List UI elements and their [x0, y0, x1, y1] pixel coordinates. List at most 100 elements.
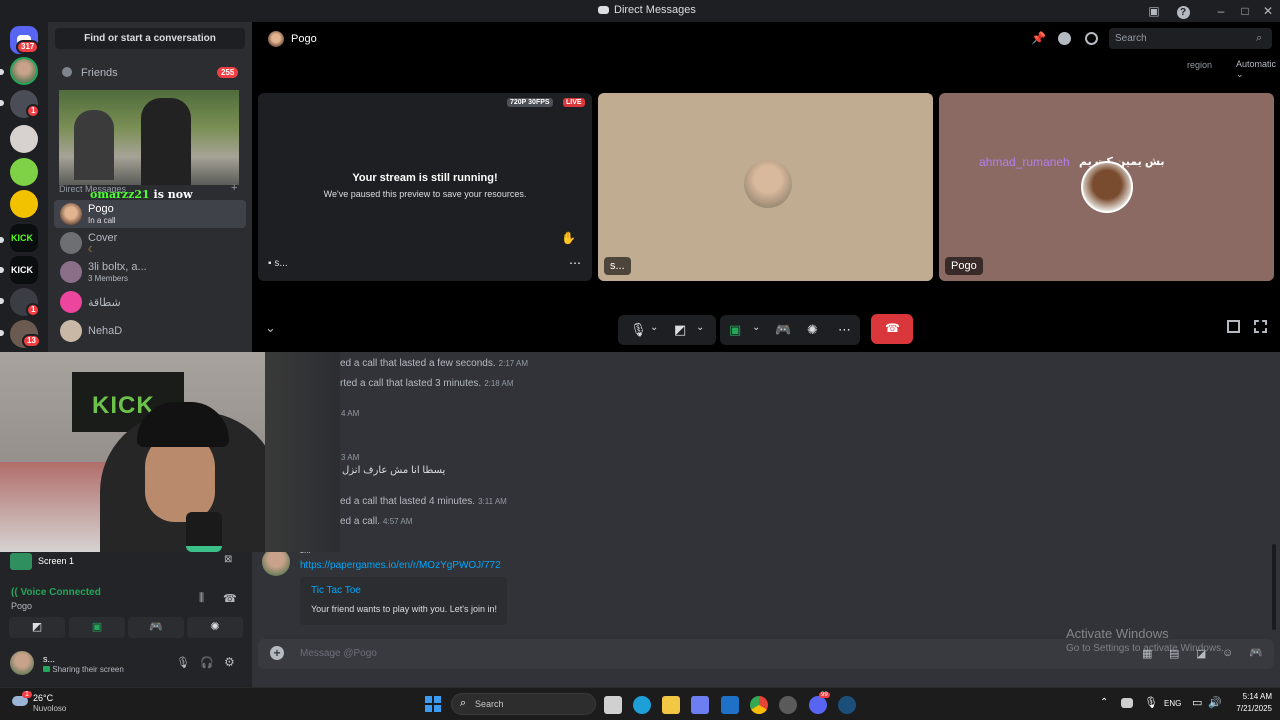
- taskbar-search[interactable]: ⌕ Search: [451, 693, 596, 715]
- user-status: Sharing their screen: [43, 665, 124, 674]
- stop-stream-icon[interactable]: ⊠: [224, 554, 232, 565]
- friends-item[interactable]: Friends 255: [54, 62, 246, 84]
- video-tile[interactable]: ahmad_rumaneh بش يمين كت يم Pogo: [939, 93, 1274, 281]
- friends-icon: [62, 67, 72, 77]
- discord-taskbar-icon[interactable]: [809, 696, 827, 714]
- link-embed: Tic Tac Toe Your friend wants to play wi…: [300, 577, 507, 625]
- dm-item-shataqa[interactable]: شطاقة: [54, 288, 246, 316]
- network-icon[interactable]: ▭: [1192, 696, 1202, 709]
- system-message: rted a call that lasted 3 minutes. 2:18 A…: [340, 378, 514, 389]
- collapse-icon[interactable]: ⌄: [265, 320, 276, 336]
- close-icon[interactable]: ✕: [1260, 3, 1276, 19]
- screen-share-icon[interactable]: ▣: [729, 322, 741, 338]
- outlook-icon[interactable]: [721, 696, 739, 714]
- timestamp: 3 AM: [341, 453, 360, 462]
- apps-icon[interactable]: 🎮: [1249, 646, 1263, 659]
- webcam-mic: [186, 512, 222, 552]
- maximize-icon[interactable]: □: [1237, 3, 1253, 19]
- pin-icon[interactable]: 📌: [1031, 31, 1046, 45]
- region-select[interactable]: Automatic ⌄: [1236, 59, 1280, 80]
- popout-icon[interactable]: [1227, 320, 1240, 333]
- dm-item-cover[interactable]: Cover ☾: [54, 229, 246, 257]
- steam-icon[interactable]: [838, 696, 856, 714]
- avatar: [1081, 161, 1133, 213]
- file-explorer-icon[interactable]: [662, 696, 680, 714]
- store-icon[interactable]: [691, 696, 709, 714]
- avatar: [262, 548, 290, 576]
- system-message: ed a call. 4:57 AM: [340, 516, 413, 527]
- search-input[interactable]: Search ⌕: [1109, 28, 1272, 49]
- stream-tile-label: ▪ s...: [268, 258, 288, 269]
- add-attachment-icon[interactable]: +: [270, 646, 284, 660]
- scrollbar[interactable]: [1272, 544, 1276, 630]
- language-indicator[interactable]: ENG: [1164, 699, 1181, 708]
- minimize-icon[interactable]: –: [1213, 3, 1229, 19]
- dm-item-nehad[interactable]: NehaD: [54, 317, 246, 345]
- mouse-cursor-icon: ✋: [561, 231, 576, 245]
- dm-item-pogo[interactable]: Pogo In a call: [54, 200, 246, 228]
- chevron-down-icon[interactable]: ⌄: [696, 322, 704, 333]
- find-conversation-button[interactable]: Find or start a conversation: [55, 28, 245, 49]
- camera-button[interactable]: ◩: [9, 617, 65, 638]
- server-1[interactable]: [10, 57, 38, 85]
- tray-chevron-icon[interactable]: ⌃: [1100, 697, 1108, 708]
- tray-app-icon[interactable]: [1121, 698, 1133, 708]
- chevron-down-icon[interactable]: ⌄: [752, 322, 760, 333]
- add-friends-icon[interactable]: [1058, 32, 1071, 45]
- unread-pip: [0, 100, 4, 106]
- start-button[interactable]: [425, 696, 441, 712]
- deafen-icon[interactable]: 🎧: [200, 656, 214, 669]
- soundboard-icon[interactable]: ✺: [807, 322, 818, 338]
- volume-icon[interactable]: 🔊: [1208, 696, 1222, 709]
- voice-status: (( Voice Connected: [11, 587, 101, 598]
- dm-item-group[interactable]: 3li boltx, a... 3 Members: [54, 258, 246, 286]
- activity-button[interactable]: 🎮: [128, 617, 184, 638]
- weather-widget[interactable]: 1 26°C Nuvoloso: [10, 691, 90, 717]
- user-profile-icon[interactable]: [1085, 32, 1098, 45]
- inbox-icon[interactable]: ▣: [1146, 3, 1162, 19]
- activate-windows-title: Activate Windows: [1066, 626, 1169, 641]
- screen-preview-row[interactable]: Screen 1 ⊠: [10, 552, 242, 572]
- server-3[interactable]: [10, 125, 38, 153]
- video-tile[interactable]: s...: [598, 93, 933, 281]
- chrome-icon[interactable]: [750, 696, 768, 714]
- chevron-down-icon: ⌄: [1236, 69, 1244, 79]
- edge-icon[interactable]: [633, 696, 651, 714]
- voice-channel[interactable]: Pogo: [11, 601, 32, 611]
- message-link[interactable]: https://papergames.io/en/r/MOzYgPWOJ/772: [300, 560, 501, 571]
- avatar: [744, 160, 792, 208]
- activities-icon[interactable]: 🎮: [775, 322, 791, 338]
- soundboard-button[interactable]: ✺: [187, 617, 243, 638]
- fullscreen-icon[interactable]: [1254, 320, 1267, 333]
- create-dm-icon[interactable]: +: [231, 182, 237, 194]
- screen-share-button[interactable]: ▣: [69, 617, 125, 638]
- server-4[interactable]: [10, 158, 38, 186]
- kick-server-1[interactable]: KICK: [10, 224, 38, 252]
- settings-icon[interactable]: ⚙: [224, 655, 235, 669]
- stream-overlay-image: [59, 90, 239, 185]
- noise-suppression-icon[interactable]: ⫼: [199, 592, 204, 605]
- embed-title[interactable]: Tic Tac Toe: [311, 585, 361, 596]
- steam-helper-icon[interactable]: [779, 696, 797, 714]
- call-area: Pogo 📌 Search ⌕ region Automatic ⌄ 720P …: [252, 22, 1280, 352]
- task-view-icon[interactable]: [604, 696, 622, 714]
- overlay-person: [141, 98, 191, 185]
- more-options-icon[interactable]: ⋯: [838, 322, 851, 338]
- home-badge: 317: [16, 40, 40, 54]
- disconnect-button[interactable]: ☎: [871, 314, 913, 344]
- disconnect-icon[interactable]: ☎: [223, 592, 237, 605]
- unread-pip: [0, 298, 4, 304]
- tray-mic-icon[interactable]: 🎙: [1144, 696, 1158, 709]
- mute-icon[interactable]: 🎙: [176, 656, 190, 669]
- camera-off-icon[interactable]: ◩: [674, 322, 686, 338]
- stream-tile[interactable]: 720P 30FPS LIVE Your stream is still run…: [258, 93, 592, 281]
- server-5[interactable]: [10, 190, 38, 218]
- clock[interactable]: 5:14 AM 7/21/2025: [1226, 692, 1272, 713]
- kick-server-2[interactable]: KICK: [10, 256, 38, 284]
- overlay-person: [74, 110, 114, 180]
- microphone-icon[interactable]: 🎙: [630, 322, 647, 338]
- help-icon[interactable]: ?: [1175, 3, 1191, 19]
- more-options-icon[interactable]: ⋯: [569, 256, 581, 270]
- chevron-down-icon[interactable]: ⌄: [650, 322, 658, 333]
- user-avatar[interactable]: [10, 651, 34, 675]
